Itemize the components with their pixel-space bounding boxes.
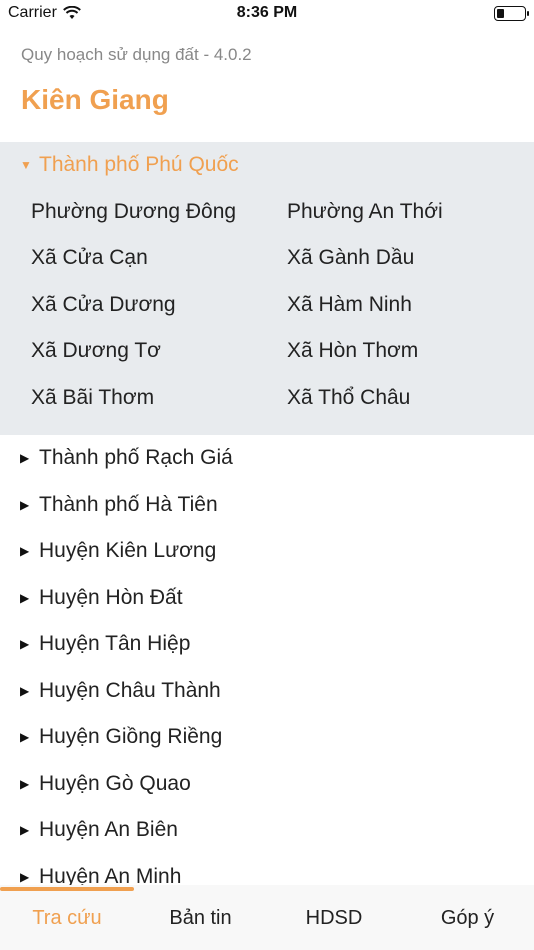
district-name: Thành phố Rạch Giá — [39, 446, 233, 470]
tab-ban-tin[interactable]: Bản tin — [134, 907, 268, 930]
battery-icon — [494, 6, 529, 21]
ward-item[interactable]: Xã Cửa Dương — [0, 282, 256, 329]
collapsed-districts: ▶ Thành phố Rạch Giá ▶ Thành phố Hà Tiên ▶ Hu… — [0, 435, 534, 900]
district-name: Huyện Tân Hiệp — [39, 632, 191, 656]
caret-right-icon: ▶ — [20, 637, 30, 652]
district-name: Huyện Châu Thành — [39, 678, 221, 702]
district-header[interactable]: ▶ Huyện An Biên — [0, 807, 534, 854]
caret-right-icon: ▶ — [20, 869, 30, 884]
district-header[interactable]: ▶ Huyện Gò Quao — [0, 761, 534, 808]
tab-tra-cuu[interactable]: Tra cứu — [0, 907, 134, 930]
caret-right-icon: ▶ — [20, 590, 30, 605]
district-header[interactable]: ▶ Huyện Tân Hiệp — [0, 621, 534, 668]
district-header[interactable]: ▶ Huyện Kiên Lương — [0, 528, 534, 575]
caret-right-icon: ▶ — [20, 730, 30, 745]
caret-right-icon: ▶ — [20, 823, 30, 838]
district-name: Huyện Hòn Đất — [39, 585, 183, 609]
ward-item[interactable]: Xã Dương Tơ — [0, 328, 256, 375]
caret-down-icon: ▼ — [20, 158, 32, 173]
tab-bar: Tra cứu Bản tin HDSD Góp ý — [0, 885, 534, 950]
province-title: Kiên Giang — [21, 84, 169, 115]
district-header[interactable]: ▶ Huyện Hòn Đất — [0, 575, 534, 622]
caret-right-icon: ▶ — [20, 544, 30, 559]
ward-item[interactable]: Xã Thổ Châu — [256, 375, 534, 422]
caret-right-icon: ▶ — [20, 683, 30, 698]
district-header[interactable]: ▶ Huyện Giồng Riềng — [0, 714, 534, 761]
district-name: Huyện Kiên Lương — [39, 539, 217, 563]
district-name: Huyện Giồng Riềng — [39, 725, 223, 749]
district-header[interactable]: ▶ Thành phố Hà Tiên — [0, 482, 534, 529]
clock: 8:36 PM — [236, 4, 298, 21]
district-header[interactable]: ▶ Thành phố Rạch Giá — [0, 435, 534, 482]
caret-right-icon: ▶ — [20, 497, 30, 512]
ward-item[interactable]: Xã Hàm Ninh — [256, 282, 534, 329]
ward-item[interactable]: Xã Bãi Thơm — [0, 375, 256, 422]
district-name: Thành phố Phú Quốc — [39, 153, 239, 177]
tab-hdsd[interactable]: HDSD — [267, 907, 401, 930]
ward-item[interactable]: Phường An Thới — [256, 189, 534, 236]
district-header-expanded[interactable]: ▼ Thành phố Phú Quốc — [0, 142, 534, 189]
tab-gop-y[interactable]: Góp ý — [401, 907, 534, 930]
active-tab-indicator — [0, 887, 134, 891]
status-bar: Carrier 8:36 PM — [0, 0, 534, 28]
ward-item[interactable]: Xã Hòn Thơm — [256, 328, 534, 375]
ward-item[interactable]: Xã Cửa Cạn — [0, 235, 256, 282]
district-name: Thành phố Hà Tiên — [39, 492, 218, 516]
caret-right-icon: ▶ — [20, 451, 30, 466]
ward-grid: Phường Dương Đông Phường An Thới Xã Cửa Cạ… — [0, 189, 534, 422]
app-version-subtitle: Quy hoạch sử dụng đất - 4.0.2 — [21, 45, 252, 64]
district-list: ▼ Thành phố Phú Quốc Phường Dương Đông Ph… — [0, 142, 534, 900]
caret-right-icon: ▶ — [20, 776, 30, 791]
district-header[interactable]: ▶ Huyện Châu Thành — [0, 668, 534, 715]
expanded-district: ▼ Thành phố Phú Quốc Phường Dương Đông Ph… — [0, 142, 534, 435]
ward-item[interactable]: Xã Gành Dầu — [256, 235, 534, 282]
district-name: Huyện An Biên — [39, 818, 178, 842]
ward-item[interactable]: Phường Dương Đông — [0, 189, 256, 236]
district-name: Huyện Gò Quao — [39, 771, 191, 795]
